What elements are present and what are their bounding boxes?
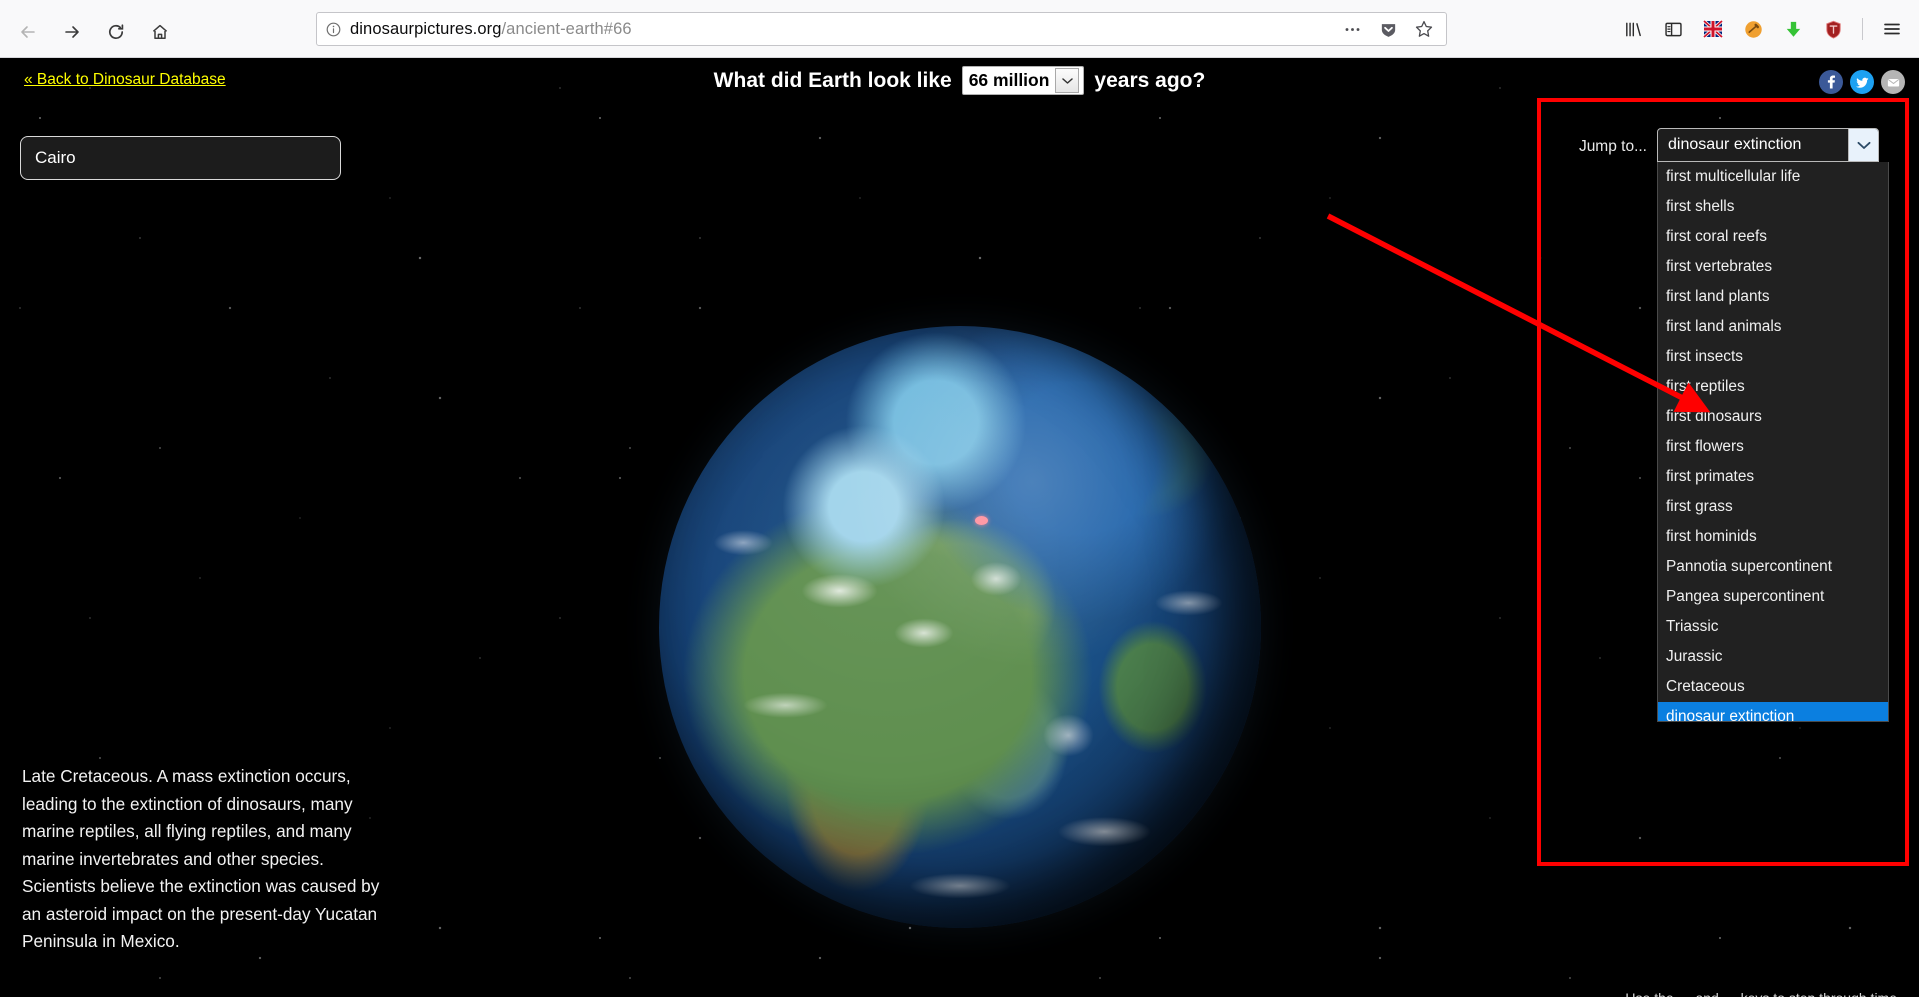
- jump-to-option[interactable]: first multicellular life: [1658, 162, 1888, 192]
- facebook-icon[interactable]: [1819, 70, 1843, 94]
- reload-icon: [108, 23, 124, 39]
- jump-to-option[interactable]: dinosaur extinction: [1658, 702, 1888, 721]
- earth-globe[interactable]: [658, 326, 1261, 928]
- jump-to-option[interactable]: first coral reefs: [1658, 222, 1888, 252]
- hamburger-menu-icon[interactable]: [1873, 12, 1911, 46]
- jump-to-select[interactable]: dinosaur extinction: [1657, 128, 1879, 162]
- email-icon[interactable]: [1881, 70, 1905, 94]
- jump-to-option[interactable]: first reptiles: [1658, 372, 1888, 402]
- city-search-input[interactable]: [20, 136, 341, 180]
- browser-toolbar: dinosaurpictures.org/ancient-earth#66: [0, 0, 1919, 58]
- chevron-down-icon: [1055, 68, 1080, 93]
- flag-extension-icon[interactable]: [1694, 12, 1732, 46]
- question-text-prefix: What did Earth look like: [713, 68, 952, 92]
- url-text: dinosaurpictures.org/ancient-earth#66: [350, 20, 1330, 39]
- chevron-down-icon[interactable]: [1848, 129, 1878, 161]
- globe-shading-layer: [658, 326, 1261, 928]
- time-period-value: 66 million: [968, 70, 1050, 90]
- keyboard-hint: Use the ← and → keys to step through tim…: [1625, 990, 1897, 997]
- download-arrow-icon[interactable]: [1774, 12, 1812, 46]
- orange-circle-extension-icon[interactable]: [1734, 12, 1772, 46]
- jump-to-option[interactable]: first land plants: [1658, 282, 1888, 312]
- shield-extension-icon[interactable]: [1814, 12, 1852, 46]
- address-bar-container[interactable]: dinosaurpictures.org/ancient-earth#66: [316, 12, 1447, 46]
- reload-button[interactable]: [96, 12, 136, 52]
- jump-to-option[interactable]: first vertebrates: [1658, 252, 1888, 282]
- site-header: « Back to Dinosaur Database What did Ear…: [0, 58, 1919, 105]
- jump-to-option-list[interactable]: first multicellular life first shells firs…: [1657, 162, 1889, 722]
- star-icon[interactable]: [1410, 15, 1438, 43]
- address-bar[interactable]: dinosaurpictures.org/ancient-earth#66: [316, 12, 1447, 46]
- forward-arrow-icon: [65, 25, 79, 38]
- jump-to-option[interactable]: Pannotia supercontinent: [1658, 552, 1888, 582]
- back-arrow-icon: [21, 25, 35, 38]
- info-circle-icon[interactable]: [325, 21, 342, 38]
- twitter-icon[interactable]: [1850, 70, 1874, 94]
- social-share-buttons: [1819, 70, 1905, 94]
- jump-to-label: Jump to...: [1578, 138, 1647, 155]
- jump-to-option[interactable]: first primates: [1658, 462, 1888, 492]
- jump-to-option[interactable]: first grass: [1658, 492, 1888, 522]
- jump-to-option[interactable]: Triassic: [1658, 612, 1888, 642]
- ellipsis-icon[interactable]: [1338, 15, 1366, 43]
- jump-to-option[interactable]: first dinosaurs: [1658, 402, 1888, 432]
- jump-to-control: Jump to... dinosaur extinction first mul…: [1579, 128, 1889, 722]
- jump-to-selected-value: dinosaur extinction: [1668, 136, 1802, 153]
- question-text-suffix: years ago?: [1094, 68, 1206, 92]
- jump-to-option[interactable]: Jurassic: [1658, 642, 1888, 672]
- back-button[interactable]: [8, 12, 48, 52]
- url-path: /ancient-earth#66: [501, 19, 632, 38]
- forward-button[interactable]: [52, 12, 92, 52]
- jump-to-option[interactable]: first insects: [1658, 342, 1888, 372]
- pocket-shield-icon[interactable]: [1374, 15, 1402, 43]
- home-button[interactable]: [140, 12, 180, 52]
- jump-to-option[interactable]: first hominids: [1658, 522, 1888, 552]
- jump-to-select-wrapper: dinosaur extinction first multicellular …: [1657, 128, 1889, 722]
- sidebar-icon[interactable]: [1654, 12, 1692, 46]
- toolbar-separator: [1862, 18, 1863, 40]
- browser-extension-toolbar: [1614, 12, 1911, 46]
- url-host: dinosaurpictures.org: [350, 19, 502, 38]
- city-location-marker: [974, 515, 988, 525]
- time-period-select[interactable]: 66 million: [961, 66, 1085, 95]
- jump-to-option[interactable]: Cretaceous: [1658, 672, 1888, 702]
- jump-to-option[interactable]: first flowers: [1658, 432, 1888, 462]
- period-description: Late Cretaceous. A mass extinction occur…: [22, 766, 380, 951]
- jump-to-option[interactable]: Pangea supercontinent: [1658, 582, 1888, 612]
- jump-to-option[interactable]: first land animals: [1658, 312, 1888, 342]
- time-question-bar: What did Earth look like 66 million year…: [0, 66, 1919, 95]
- navigation-buttons: [8, 6, 180, 52]
- jump-to-option[interactable]: first shells: [1658, 192, 1888, 222]
- home-icon: [152, 24, 168, 39]
- library-icon[interactable]: [1614, 12, 1652, 46]
- page-content: « Back to Dinosaur Database What did Ear…: [0, 58, 1919, 997]
